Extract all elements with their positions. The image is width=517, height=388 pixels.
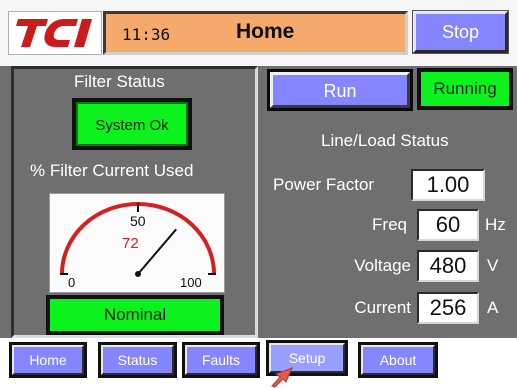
hmi-screen: 11:36 Home Stop Filter Status System Ok …	[0, 0, 517, 388]
gauge-max-label: 100	[180, 275, 202, 290]
current-value: 256	[417, 292, 479, 324]
line-load-panel: Run Running Line/Load Status Power Facto…	[263, 66, 517, 338]
gauge-mid-label: 50	[130, 213, 146, 229]
gauge-pivot	[135, 271, 141, 277]
nav-bar: Home Status Faults Setup About	[0, 338, 517, 388]
voltage-value: 480	[417, 250, 479, 282]
run-button-label[interactable]: Run	[270, 72, 410, 108]
freq-value: 60	[417, 209, 479, 241]
cursor-arrow-icon	[271, 367, 293, 388]
gauge-min-label: 0	[68, 275, 75, 290]
nav-faults-label[interactable]: Faults	[185, 345, 257, 375]
gauge-value-label: 72	[122, 235, 139, 252]
freq-unit: Hz	[485, 215, 506, 234]
nav-about-button[interactable]: About	[358, 342, 438, 378]
nav-home-label[interactable]: Home	[12, 345, 84, 375]
power-factor-label: Power Factor	[273, 175, 375, 194]
logo	[8, 11, 102, 55]
run-state-value: Running	[421, 72, 509, 106]
voltage-unit: V	[487, 256, 499, 275]
nav-faults-button[interactable]: Faults	[182, 342, 260, 378]
header: 11:36 Home Stop	[0, 0, 517, 66]
stop-button[interactable]: Stop	[412, 10, 509, 54]
filter-status-value: System Ok	[76, 102, 188, 146]
nav-status-button[interactable]: Status	[98, 342, 177, 378]
filter-current-gauge: 0 50 100 72	[49, 193, 225, 293]
filter-condition-indicator: Nominal	[46, 295, 224, 335]
power-factor-value: 1.00	[411, 169, 485, 201]
freq-label: Freq	[372, 215, 407, 234]
current-label: Current	[354, 298, 411, 317]
header-bar: 11:36 Home	[103, 11, 408, 55]
filter-panel: Filter Status System Ok % Filter Current…	[11, 66, 258, 338]
run-button[interactable]: Run	[267, 69, 413, 111]
filter-status-label: Filter Status	[74, 72, 165, 91]
tci-logo-icon	[16, 19, 92, 47]
voltage-label: Voltage	[354, 256, 411, 275]
nav-about-label[interactable]: About	[361, 345, 435, 375]
clock: 11:36	[122, 25, 171, 44]
filter-current-used-label: % Filter Current Used	[30, 161, 194, 180]
current-unit: A	[487, 298, 499, 317]
gauge-needle	[137, 228, 177, 275]
filter-condition-value: Nominal	[50, 299, 220, 331]
page-title: Home	[236, 20, 295, 43]
run-state-indicator: Running	[417, 68, 513, 110]
filter-status-indicator: System Ok	[72, 98, 192, 150]
nav-status-label[interactable]: Status	[101, 345, 174, 375]
nav-home-button[interactable]: Home	[9, 342, 87, 378]
line-load-title: Line/Load Status	[321, 131, 449, 150]
